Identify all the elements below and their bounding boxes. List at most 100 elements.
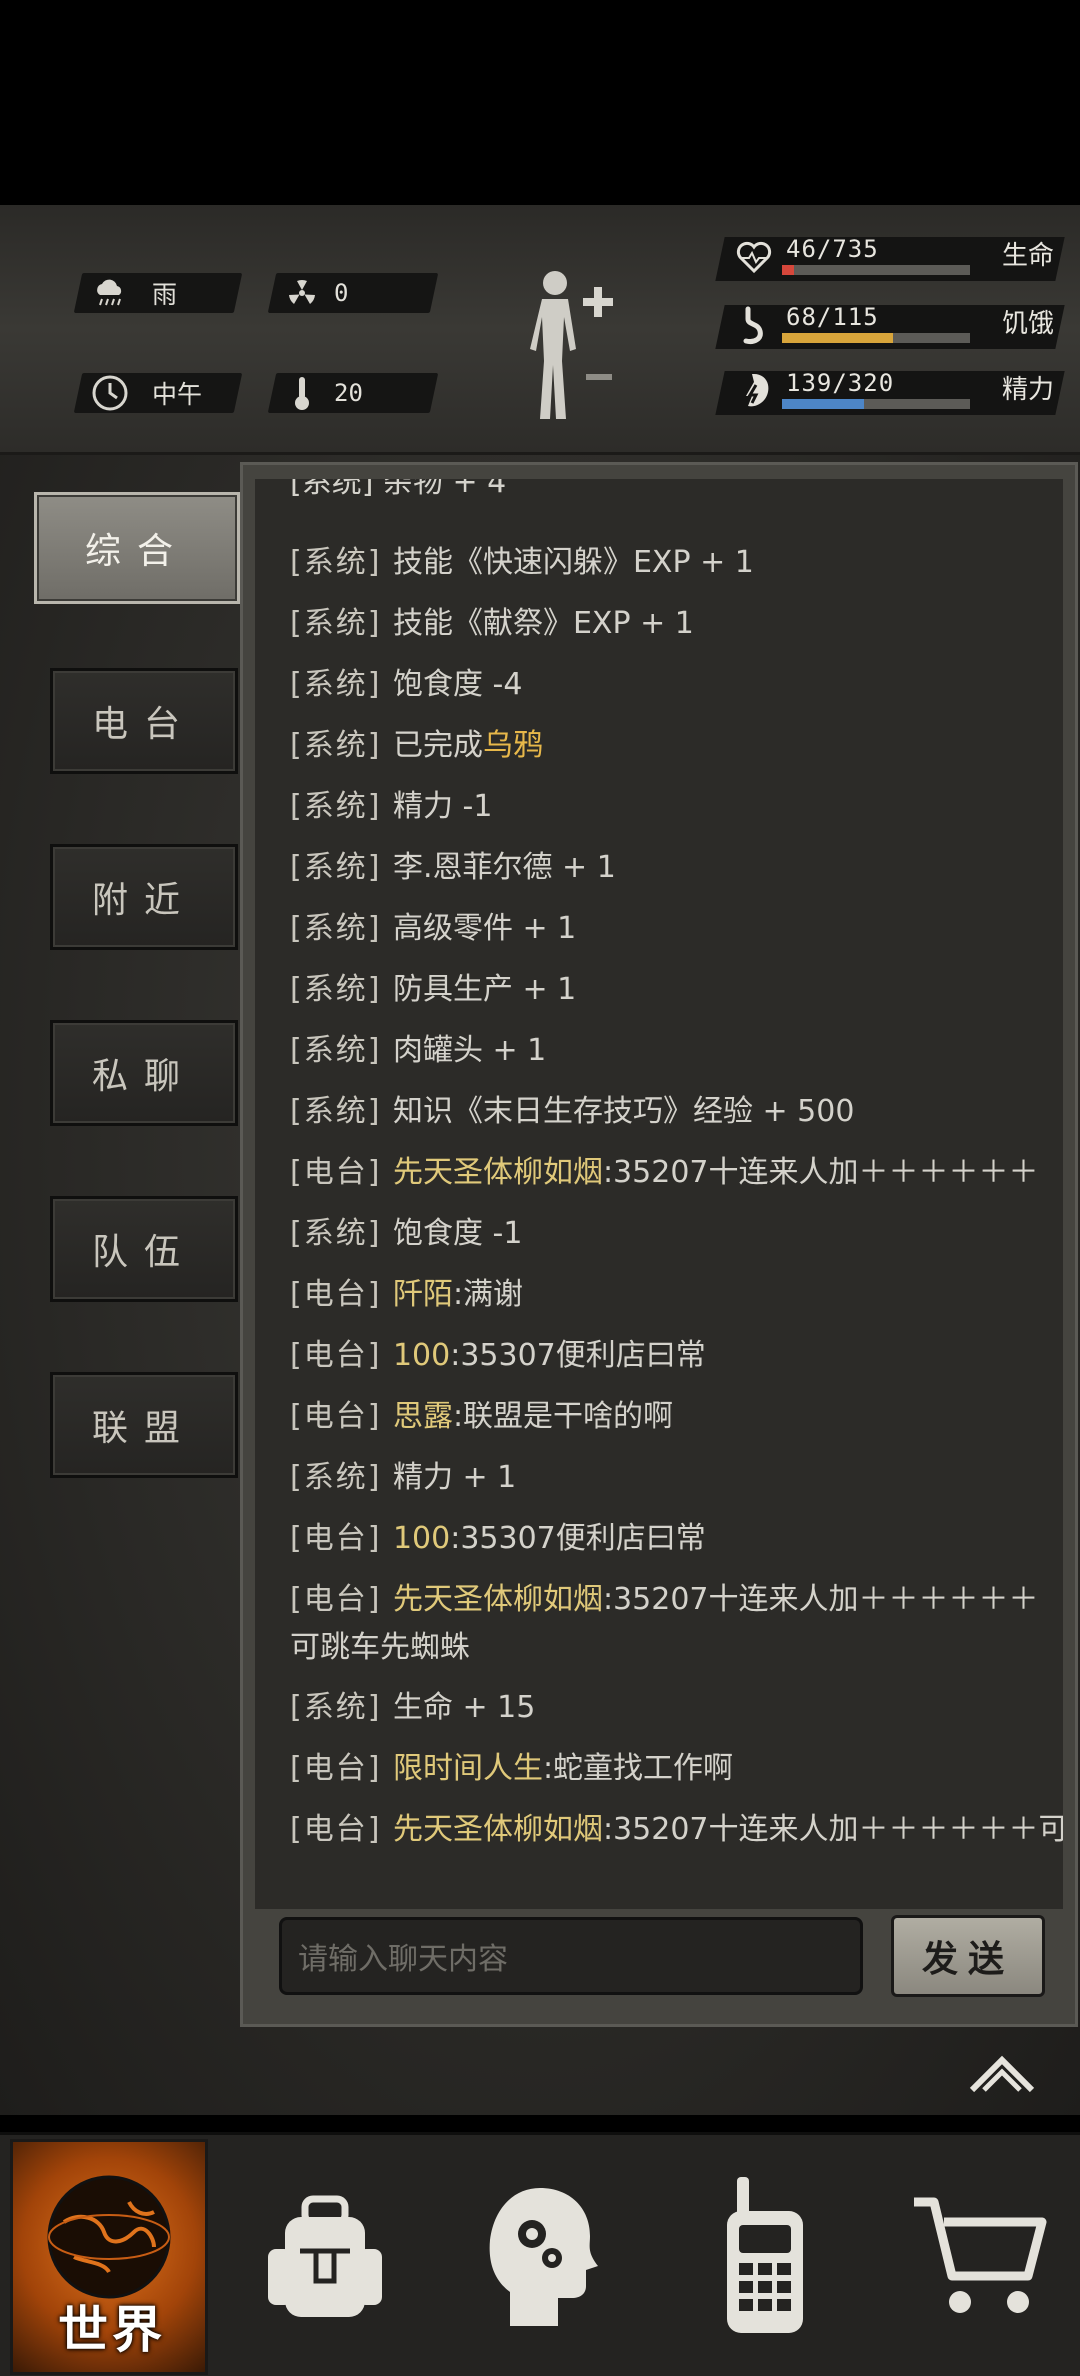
- temperature-indicator[interactable]: 20: [282, 373, 363, 413]
- hunger-stat[interactable]: 68/115 饥饿: [715, 301, 1065, 349]
- shop-cart-icon: [914, 2197, 1047, 2313]
- heart-icon: [734, 237, 774, 277]
- message-sender-name[interactable]: 思露: [393, 1399, 453, 1434]
- message-sender-name[interactable]: 100: [393, 1338, 450, 1373]
- chat-message: [电台] 100:35307便利店曰常: [290, 1332, 1060, 1380]
- nav-world[interactable]: 世界: [10, 2139, 208, 2375]
- collapse-chevron-icon[interactable]: [966, 2048, 1038, 2096]
- health-stat[interactable]: 46/735 生命: [715, 233, 1065, 281]
- energy-label: 精力: [1001, 375, 1054, 405]
- message-channel-tag: [电台]: [290, 1338, 393, 1373]
- message-channel-tag: [电台]: [290, 1521, 393, 1556]
- message-text: 精力 -1: [392, 789, 493, 824]
- message-text: :35307便利店曰常: [450, 1338, 706, 1373]
- body-status-button[interactable]: [520, 265, 630, 425]
- energy-stat[interactable]: 139/320 精力: [715, 367, 1065, 415]
- nav-world-label: 世界: [58, 2301, 166, 2359]
- bottom-navigation: 世界: [0, 2132, 1080, 2376]
- message-channel-tag: [系统]: [290, 850, 393, 885]
- health-value: 46/735: [786, 235, 879, 263]
- tab-nearby[interactable]: 附近: [50, 844, 238, 950]
- message-text: 知识《末日生存技巧》经验 + 500: [392, 1094, 855, 1129]
- tab-alliance[interactable]: 联盟: [50, 1372, 238, 1478]
- backpack-icon: [268, 2195, 382, 2317]
- message-text: 李.恩菲尔德 + 1: [392, 850, 616, 885]
- message-channel-tag: [系统]: [290, 1216, 393, 1251]
- chat-message: [系统] 精力 + 1: [290, 1454, 1060, 1502]
- status-header: 雨 0 中午 20 46/735 生命 68/115 饥饿 139/320 精力: [0, 205, 1080, 455]
- chat-message: [系统] 知识《末日生存技巧》经验 + 500: [290, 1088, 1060, 1136]
- message-sender-name[interactable]: 限时间人生: [393, 1751, 543, 1786]
- message-channel-tag: [系统]: [290, 606, 393, 641]
- rain-cloud-icon: [90, 273, 130, 313]
- message-sender-name[interactable]: 先天圣体柳如烟: [393, 1582, 603, 1617]
- chat-message: [电台] 思露:联盟是干啥的啊: [290, 1393, 1060, 1441]
- message-channel-tag: [系统]: [290, 972, 393, 1007]
- message-text: :35207十连来人加＋＋＋＋＋＋: [602, 1155, 1039, 1190]
- message-sender-name[interactable]: 先天圣体柳如烟: [393, 1155, 603, 1190]
- chat-input[interactable]: 请输入聊天内容: [279, 1917, 863, 1995]
- chat-message-list[interactable]: [系统] 杂物 + 4 [系统] 技能《快速闪躲》EXP + 1 [系统] 技能《…: [255, 479, 1063, 1909]
- chat-message: [系统] 精力 -1: [290, 783, 1060, 831]
- chat-message: [系统] 已完成乌鸦: [290, 722, 1060, 770]
- radiation-icon: [282, 273, 322, 313]
- chat-message: [电台] 先天圣体柳如烟:35207十连来人加＋＋＋＋＋＋可跳车先蜘蛛: [290, 1576, 1060, 1672]
- message-text: 生命 + 15: [392, 1690, 536, 1725]
- message-text: :联盟是干啥的啊: [452, 1399, 674, 1434]
- chat-panel: [系统] 杂物 + 4 [系统] 技能《快速闪躲》EXP + 1 [系统] 技能《…: [240, 462, 1078, 2027]
- weather-text: 雨: [152, 280, 178, 309]
- message-sender-name[interactable]: 100: [393, 1521, 450, 1556]
- message-channel-tag: [系统]: [290, 1690, 393, 1725]
- message-text: 饱食度 -1: [392, 1216, 523, 1251]
- message-text: :蛇童找工作啊: [542, 1751, 734, 1786]
- message-highlight: 乌鸦: [482, 728, 543, 763]
- weather-indicator[interactable]: 雨: [90, 273, 177, 313]
- tab-general[interactable]: 综合: [34, 492, 240, 604]
- message-text: :35207十连来人加＋＋＋＋＋＋可跳: [602, 1812, 1063, 1847]
- message-channel-tag: [系统]: [290, 545, 393, 580]
- nav-backpack[interactable]: [240, 2135, 410, 2376]
- message-channel-tag: [系统]: [290, 1460, 393, 1495]
- chat-message: [系统] 高级零件 + 1: [290, 905, 1060, 953]
- energy-bar: [782, 399, 970, 409]
- message-channel-tag: [系统]: [290, 667, 393, 702]
- chat-message: [系统] 技能《献祭》EXP + 1: [290, 600, 1060, 648]
- chat-message: [系统] 技能《快速闪躲》EXP + 1: [290, 539, 1060, 587]
- message-text: 精力 + 1: [392, 1460, 517, 1495]
- tab-radio[interactable]: 电台: [50, 668, 238, 774]
- radiation-indicator[interactable]: 0: [282, 273, 348, 313]
- thermometer-icon: [282, 373, 322, 413]
- message-channel-tag: [系统]: [290, 789, 393, 824]
- message-channel-tag: [电台]: [290, 1277, 393, 1312]
- nav-skills[interactable]: [460, 2135, 630, 2376]
- chat-message: [电台] 限时间人生:蛇童找工作啊: [290, 1745, 1060, 1793]
- message-channel-tag: [电台]: [290, 1582, 393, 1617]
- hunger-label: 饥饿: [1001, 309, 1054, 339]
- human-body-icon: [530, 271, 613, 419]
- message-text: :满谢: [452, 1277, 524, 1312]
- nav-radio[interactable]: [680, 2135, 850, 2376]
- stomach-icon: [734, 305, 774, 345]
- chat-message: [系统] 饱食度 -4: [290, 661, 1060, 709]
- chat-message: [系统] 防具生产 + 1: [290, 966, 1060, 1014]
- message-sender-name[interactable]: 阡陌: [393, 1277, 453, 1312]
- chat-message: [电台] 先天圣体柳如烟:35207十连来人加＋＋＋＋＋＋: [290, 1149, 1060, 1197]
- temperature-value: 20: [334, 379, 363, 407]
- send-button[interactable]: 发送: [891, 1915, 1045, 1997]
- radio-walkie-icon: [727, 2177, 803, 2333]
- message-sender-name[interactable]: 先天圣体柳如烟: [393, 1812, 603, 1847]
- energy-value: 139/320: [786, 369, 895, 397]
- time-text: 中午: [152, 380, 203, 409]
- chat-message: [系统] 肉罐头 + 1: [290, 1027, 1060, 1075]
- chat-message: [电台] 先天圣体柳如烟:35207十连来人加＋＋＋＋＋＋可跳: [290, 1806, 1063, 1854]
- message-channel-tag: [系统]: [290, 1094, 393, 1129]
- chat-message: [电台] 100:35307便利店曰常: [290, 1515, 1060, 1563]
- nav-shop[interactable]: [890, 2135, 1070, 2376]
- energy-icon: [734, 371, 774, 411]
- tab-team[interactable]: 队伍: [50, 1196, 238, 1302]
- time-indicator[interactable]: 中午: [90, 373, 202, 413]
- tab-private-chat[interactable]: 私聊: [50, 1020, 238, 1126]
- message-text: 技能《献祭》EXP + 1: [392, 606, 694, 641]
- message-channel-tag: [系统]: [290, 728, 393, 763]
- message-text: 技能《快速闪躲》EXP + 1: [392, 545, 754, 580]
